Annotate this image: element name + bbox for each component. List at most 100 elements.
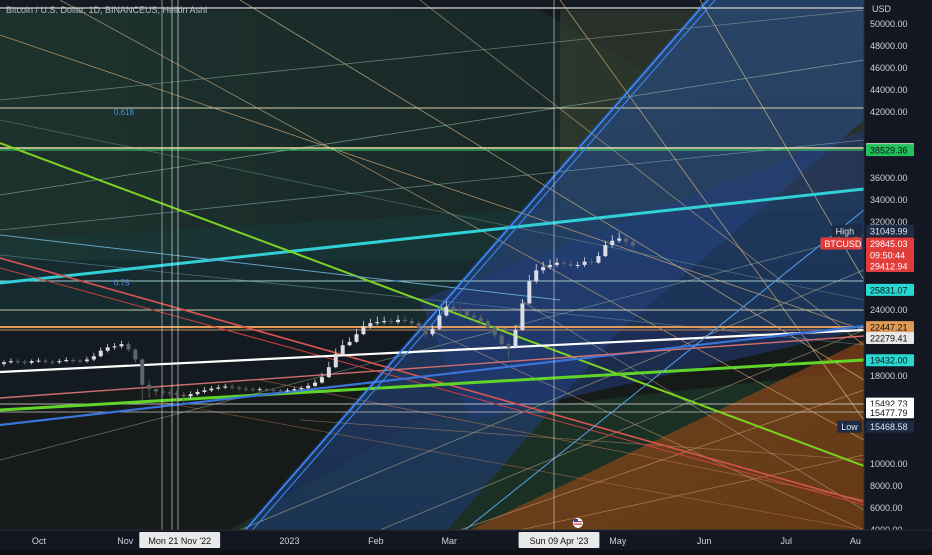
x-tick-label: 2023	[279, 536, 299, 546]
candle-body	[237, 387, 242, 389]
price-label-value: 38529.36	[870, 146, 908, 156]
symbol-title: Bitcoin / U.S. Dollar, 1D, BINANCEUS, He…	[6, 5, 207, 15]
candle-body	[534, 270, 539, 282]
date-label-text: Mon 21 Nov '22	[148, 536, 211, 546]
candle-body	[313, 382, 318, 386]
x-tick-label: Jul	[780, 536, 792, 546]
crosshair-date-label: Sun 09 Apr '23	[518, 532, 600, 548]
candle-body	[437, 315, 442, 329]
candle-body	[361, 326, 366, 335]
candle-body	[541, 267, 546, 271]
candle-body	[354, 334, 359, 342]
candle-body	[209, 388, 214, 391]
y-tick-label: 44000.00	[870, 85, 908, 95]
price-label[interactable]: 15477.79	[866, 406, 914, 419]
candle-body	[278, 390, 283, 392]
candle-body	[84, 359, 89, 362]
price-label-value: 25831.07	[870, 285, 908, 295]
candle-body	[375, 322, 380, 324]
x-tick-label: May	[609, 536, 627, 546]
y-tick-label: 24000.00	[870, 305, 908, 315]
y-tick-label: 8000.00	[870, 481, 903, 491]
candle-body	[610, 240, 615, 246]
y-tick-label: 48000.00	[870, 41, 908, 51]
price-label[interactable]: 29412.94	[866, 260, 914, 272]
chart-canvas[interactable]: 0.618 0.75 Bitcoin / U.S. Dollar, 1D, BIN…	[0, 0, 932, 551]
candle-body	[250, 389, 255, 391]
candle-body	[472, 315, 477, 318]
candle-body	[2, 362, 6, 364]
candle-body	[499, 335, 504, 345]
candle-body	[8, 361, 13, 363]
candle-body	[527, 281, 532, 304]
candle-body	[57, 361, 62, 363]
candle-body	[223, 386, 228, 388]
price-label[interactable]: 38529.36	[866, 144, 914, 157]
candle-body	[333, 354, 338, 368]
candle-body	[575, 264, 580, 266]
candle-body	[230, 386, 235, 388]
candle-body	[98, 350, 103, 357]
candle-body	[15, 361, 20, 363]
x-tick-label: Jun	[697, 536, 712, 546]
candle-body	[64, 360, 69, 362]
candle-body	[347, 341, 352, 346]
candle-body	[264, 389, 269, 391]
price-label[interactable]: 25831.07	[866, 283, 914, 296]
candle-body	[382, 321, 387, 323]
price-label[interactable]: 19432.00	[866, 354, 914, 367]
price-label-value: 22279.41	[870, 334, 908, 344]
x-tick-label: Nov	[117, 536, 134, 546]
price-label[interactable]: 29845.03 BTCUSD	[820, 237, 914, 250]
candle-body	[492, 327, 497, 336]
candle-body	[174, 393, 179, 395]
candle-body	[285, 390, 290, 392]
candle-body	[465, 311, 470, 316]
candle-body	[50, 361, 55, 363]
candle-body	[181, 394, 186, 397]
candle-body	[216, 387, 221, 389]
candle-body	[78, 360, 83, 362]
x-tick-label: Mar	[442, 536, 458, 546]
price-label-value: 15468.58	[870, 422, 908, 432]
candle-body	[326, 367, 331, 378]
price-label[interactable]: 22279.41	[866, 332, 914, 345]
candle-body	[119, 344, 124, 347]
candle-body	[402, 319, 407, 321]
candle-body	[603, 245, 608, 257]
candle-body	[423, 327, 428, 335]
price-chart[interactable]: 0.618 0.75 Bitcoin / U.S. Dollar, 1D, BIN…	[0, 0, 932, 551]
candle-body	[126, 344, 131, 350]
x-tick-label: Au	[850, 536, 861, 546]
candle-body	[561, 262, 566, 264]
us-flag-icon[interactable]	[573, 518, 583, 528]
price-label-value: 29412.94	[870, 262, 908, 272]
candle-body	[478, 317, 483, 321]
candle-body	[22, 361, 27, 363]
date-label-text: Sun 09 Apr '23	[530, 536, 589, 546]
candle-body	[271, 389, 276, 391]
price-label[interactable]: 15468.58 Low	[837, 420, 914, 433]
price-label-value: 31049.99	[870, 226, 908, 236]
candle-body	[299, 388, 304, 390]
y-tick-label: 34000.00	[870, 195, 908, 205]
candle-body	[29, 361, 34, 363]
price-label-value: 19432.00	[870, 356, 908, 366]
candle-body	[306, 385, 311, 389]
price-label[interactable]: 31049.99 High	[831, 224, 914, 237]
candle-body	[36, 360, 41, 362]
candle-body	[596, 256, 601, 263]
candle	[520, 299, 525, 331]
candle-body	[582, 261, 587, 265]
candle-body	[133, 349, 138, 360]
candle-body	[319, 377, 324, 383]
candle-body	[409, 321, 414, 324]
candle-body	[568, 263, 573, 266]
candle-body	[167, 392, 172, 394]
candle-body	[624, 238, 629, 242]
price-label-value: 22447.21	[870, 323, 908, 333]
price-label-value: 29845.03	[870, 239, 908, 249]
candle-body	[147, 384, 152, 390]
price-label[interactable]: 22447.21	[866, 321, 914, 334]
price-label[interactable]: 09:50:44	[866, 248, 914, 261]
